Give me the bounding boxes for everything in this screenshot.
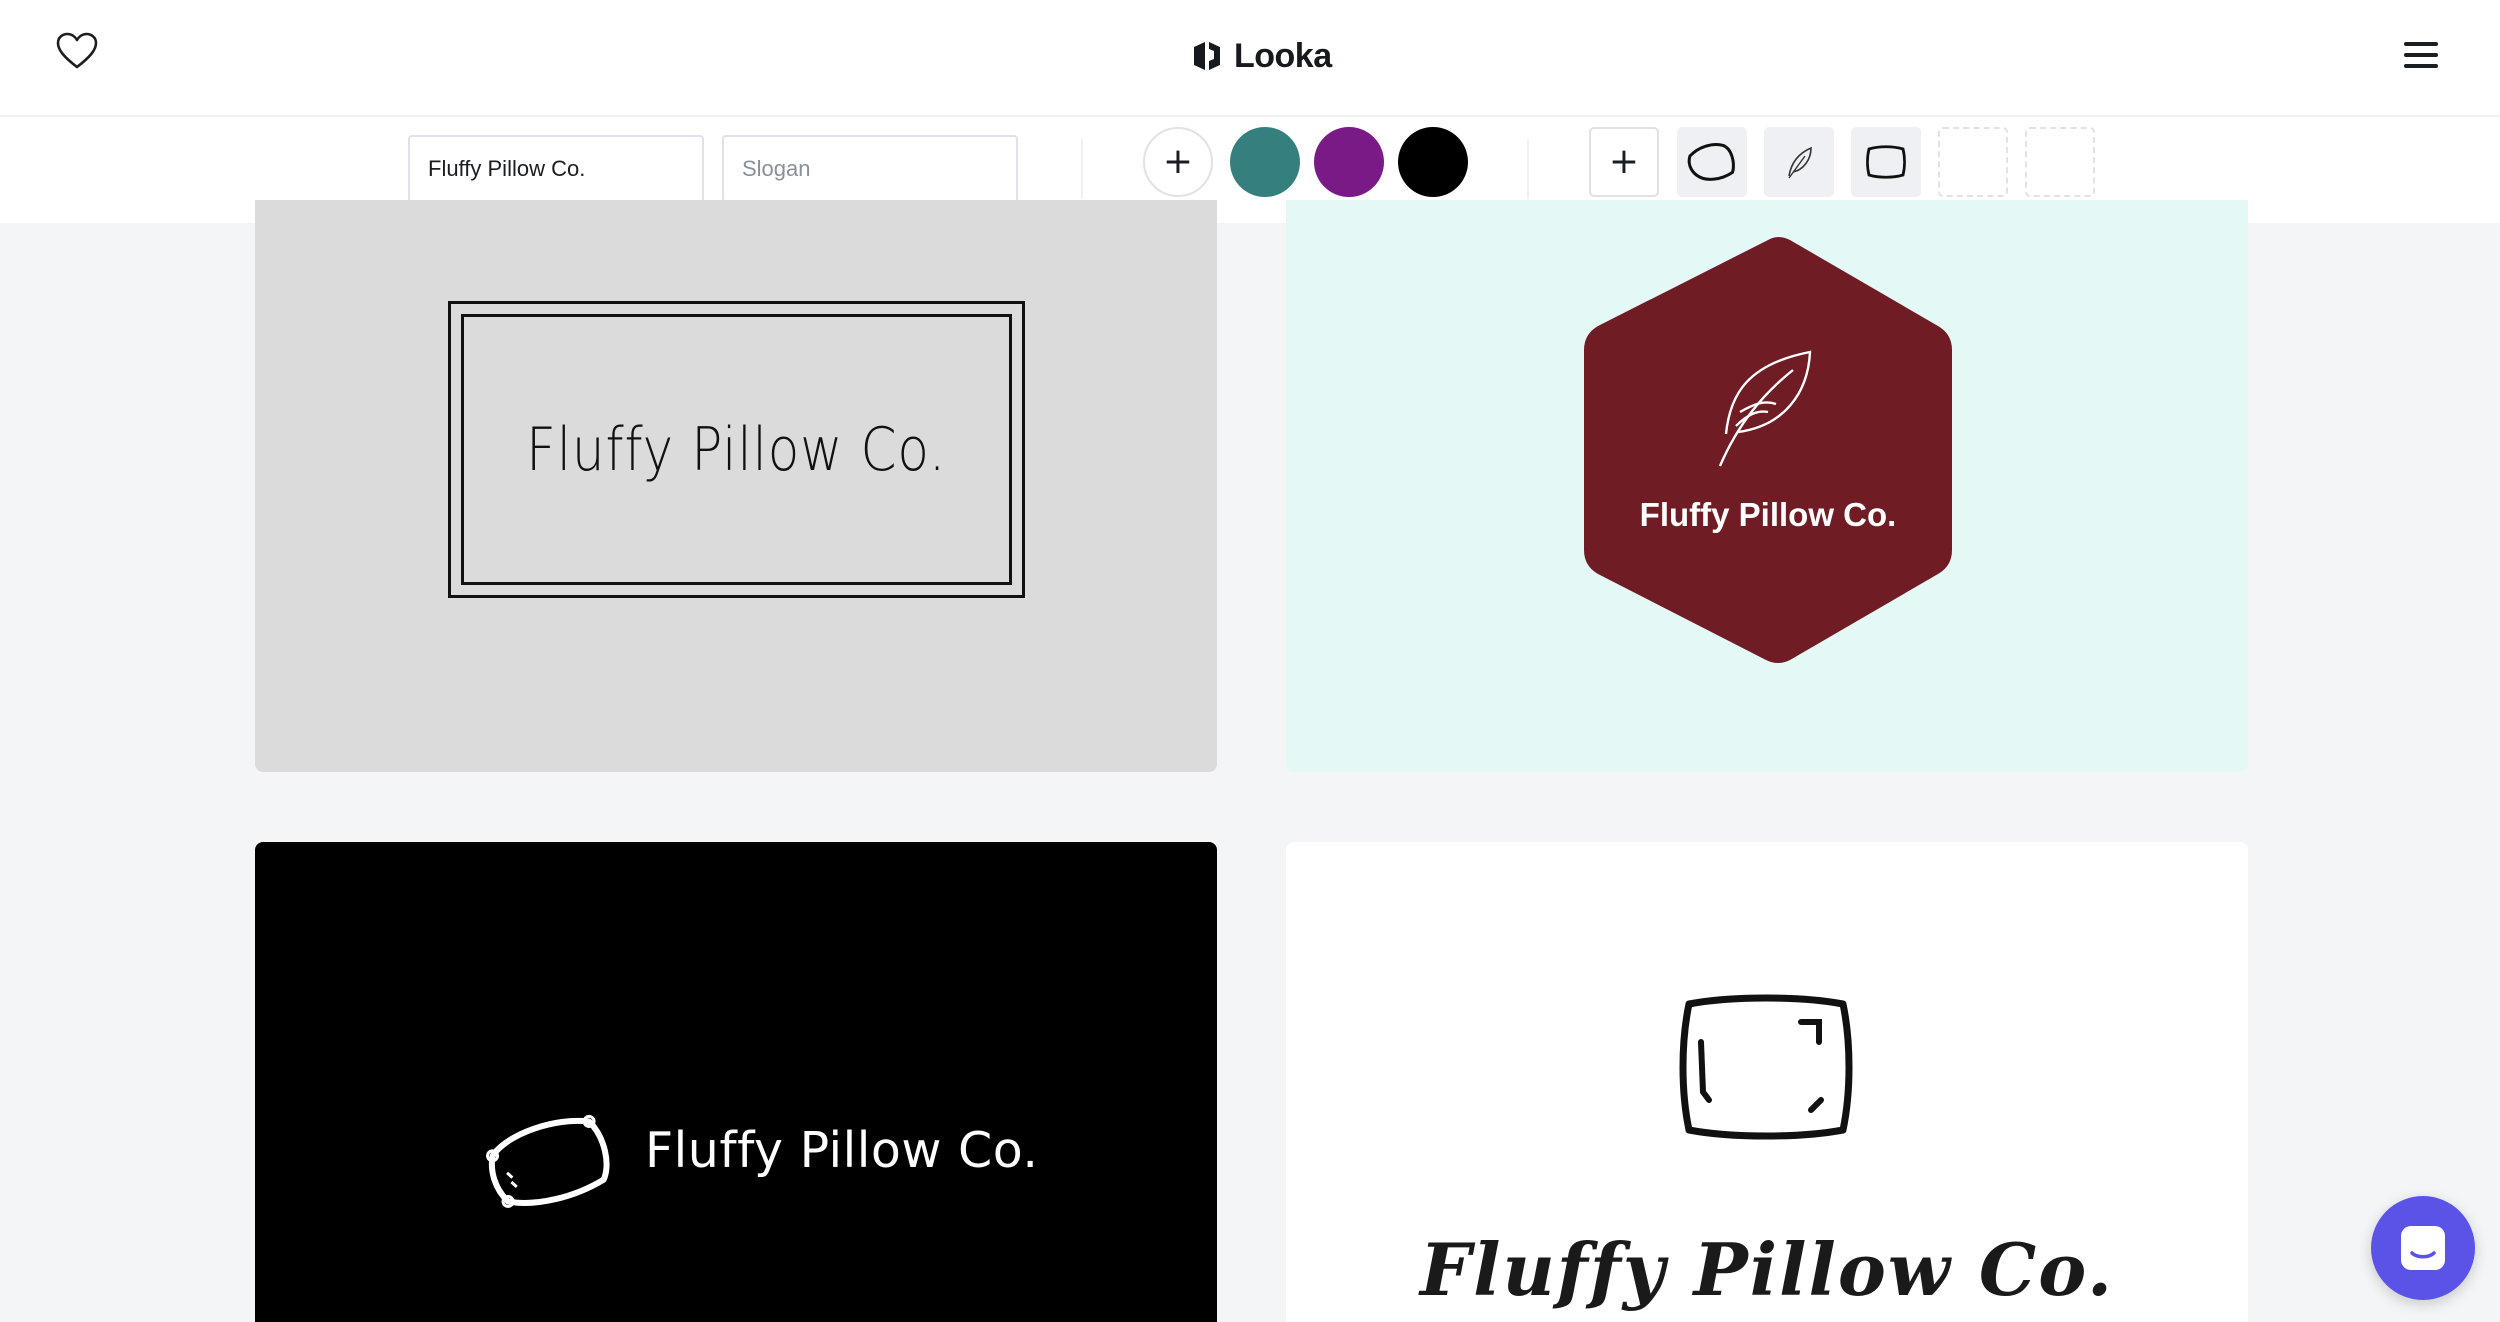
- symbol-feather[interactable]: [1764, 127, 1834, 197]
- company-name-input[interactable]: [408, 135, 704, 203]
- toolbar-divider: [1527, 139, 1529, 199]
- color-swatch-teal[interactable]: [1230, 127, 1300, 197]
- cushion-icon: [1679, 994, 1853, 1140]
- hamburger-icon[interactable]: [2404, 42, 2438, 68]
- pillow-icon: [486, 1114, 610, 1208]
- logo-text: Fluffy Pillow Co.: [645, 1122, 1039, 1179]
- empty-symbol-slot[interactable]: [2025, 127, 2095, 197]
- double-frame: Fluffy Pillow Co.: [448, 301, 1025, 598]
- add-symbol-button[interactable]: +: [1589, 127, 1659, 197]
- slogan-input[interactable]: [722, 135, 1018, 203]
- chat-launcher-button[interactable]: [2371, 1196, 2475, 1300]
- cushion-icon: [1866, 145, 1906, 179]
- add-color-button[interactable]: +: [1143, 127, 1213, 197]
- logo-card[interactable]: Fluffy Pillow Co.: [255, 200, 1217, 772]
- heart-icon[interactable]: [56, 32, 98, 70]
- toolbar-divider: [1081, 139, 1083, 199]
- color-swatch-purple[interactable]: [1314, 127, 1384, 197]
- symbol-cushion[interactable]: [1851, 127, 1921, 197]
- chat-icon: [2401, 1226, 2445, 1270]
- logo-text: Fluffy Pillow Co.: [526, 414, 947, 485]
- logo-text: Fluffy Pillow Co.: [1419, 1227, 2115, 1312]
- logo-text: Fluffy Pillow Co.: [1639, 496, 1897, 533]
- empty-symbol-slot[interactable]: [1938, 127, 2008, 197]
- pillow-icon: [1687, 143, 1735, 181]
- plus-icon: +: [1608, 141, 1640, 182]
- looka-logo-icon: [1194, 42, 1220, 70]
- logo-card[interactable]: Fluffy Pillow Co.: [1286, 842, 2248, 1322]
- plus-icon: +: [1162, 141, 1194, 182]
- logo-card[interactable]: Fluffy Pillow Co.: [1286, 200, 2248, 772]
- top-header: Looka: [0, 0, 2500, 116]
- brand-logo[interactable]: Looka: [1190, 34, 1332, 78]
- color-swatch-black[interactable]: [1398, 127, 1468, 197]
- logo-card[interactable]: Fluffy Pillow Co.: [255, 842, 1217, 1322]
- symbol-pillow[interactable]: [1677, 127, 1747, 197]
- feather-icon: [1788, 146, 1812, 179]
- brand-name: Looka: [1234, 36, 1332, 75]
- hexagon-badge: [1584, 237, 1952, 663]
